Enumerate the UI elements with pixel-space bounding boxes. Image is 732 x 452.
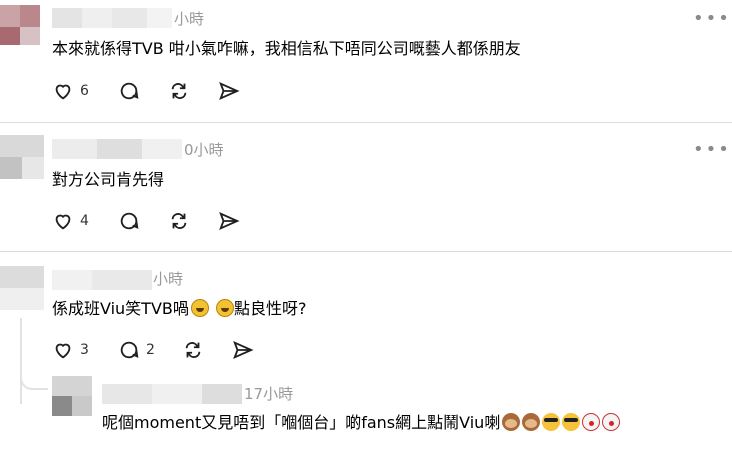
heart-icon (55, 84, 71, 100)
like-button[interactable]: 4 (52, 209, 89, 233)
more-icon[interactable]: ••• (693, 10, 731, 28)
see-no-evil-monkey-icon (522, 413, 541, 431)
username-blurred[interactable] (52, 270, 152, 290)
post-time: 0小時 (184, 141, 224, 159)
share-button[interactable] (218, 209, 240, 233)
share-icon (219, 211, 240, 231)
comment-button[interactable]: 2 (118, 338, 155, 362)
username-blurred[interactable] (52, 8, 172, 28)
comment-button[interactable] (118, 209, 140, 233)
repost-button[interactable] (168, 209, 190, 233)
post-time: 17小時 (244, 385, 294, 403)
username-blurred[interactable] (52, 139, 182, 159)
repost-button[interactable] (182, 338, 204, 362)
post-text: 本來就係得TVB 咁小氣咋嘛，我相信私下唔同公司嘅藝人都係朋友 (52, 39, 521, 58)
share-button[interactable] (218, 79, 240, 103)
like-count: 4 (80, 213, 89, 229)
reply-1: 17小時 呢個moment又見唔到「嗰個台」啲fans網上點鬧Viu喇 (0, 370, 732, 452)
avatar[interactable] (0, 5, 40, 45)
like-count: 6 (80, 83, 89, 99)
comment-icon (120, 82, 139, 100)
post-actions: 4 (52, 209, 252, 233)
post-text: 呢個moment又見唔到「嗰個台」啲fans網上點鬧Viu喇 (102, 412, 621, 434)
post-1: 小時 ••• 本來就係得TVB 咁小氣咋嘛，我相信私下唔同公司嘅藝人都係朋友 6 (0, 0, 732, 122)
post-text: 係成班Viu笑TVB喎 點良性呀? (52, 298, 306, 320)
post-actions: 6 (52, 79, 252, 103)
comment-count: 2 (146, 342, 155, 358)
heart-icon (55, 214, 71, 230)
post-text-part-2: 點良性呀? (233, 299, 307, 318)
avatar[interactable] (0, 135, 44, 179)
more-icon[interactable]: ••• (693, 141, 731, 159)
avatar[interactable] (52, 376, 92, 416)
repost-icon (171, 213, 187, 229)
share-button[interactable] (232, 338, 254, 362)
sunglasses-face-icon (562, 413, 581, 431)
like-button[interactable]: 3 (52, 338, 89, 362)
post-text-part-1: 係成班Viu笑TVB喎 (52, 299, 189, 318)
like-button[interactable]: 6 (52, 79, 89, 103)
heart-icon (55, 343, 71, 359)
repost-icon (185, 342, 201, 358)
post-text: 對方公司肯先得 (52, 170, 165, 189)
rofl-emoji-icon (215, 299, 234, 317)
post-2: 0小時 ••• 對方公司肯先得 4 (0, 123, 732, 251)
post-text-part-1: 呢個moment又見唔到「嗰個台」啲fans網上點鬧Viu喇 (102, 413, 501, 432)
like-count: 3 (80, 342, 89, 358)
comment-button[interactable] (118, 79, 140, 103)
clown-face-icon (582, 413, 601, 431)
share-icon (233, 340, 254, 360)
avatar[interactable] (0, 266, 44, 310)
username-blurred[interactable] (102, 384, 242, 404)
post-actions: 3 2 (52, 338, 272, 362)
repost-button[interactable] (168, 79, 190, 103)
clown-face-icon (602, 413, 621, 431)
comment-icon (120, 212, 139, 230)
share-icon (219, 81, 240, 101)
thread-connector (20, 370, 48, 390)
post-time: 小時 (174, 10, 205, 28)
post-time: 小時 (153, 270, 184, 288)
sunglasses-face-icon (542, 413, 561, 431)
repost-icon (171, 83, 187, 99)
rofl-emoji-icon (190, 299, 209, 317)
comment-icon (120, 341, 139, 359)
see-no-evil-monkey-icon (502, 413, 521, 431)
